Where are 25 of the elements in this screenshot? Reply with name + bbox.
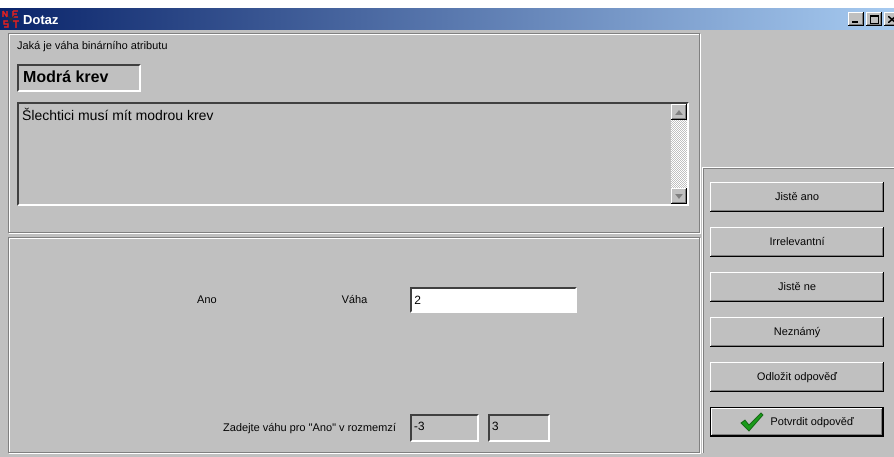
weight-label: Váha <box>342 294 368 306</box>
minimize-button[interactable] <box>848 12 864 26</box>
weight-input[interactable]: 2 <box>410 287 578 313</box>
answer-button[interactable]: Jistě ano <box>710 182 884 212</box>
maximize-button[interactable] <box>866 12 882 26</box>
answer-button[interactable]: Potvrdit odpověď <box>710 407 884 437</box>
app-logo-icon <box>2 10 20 28</box>
answer-button[interactable]: Jistě ne <box>710 272 884 302</box>
range-max-field: 3 <box>488 414 550 442</box>
window-title: Dotaz <box>23 12 60 26</box>
close-icon <box>888 16 894 22</box>
scroll-up-icon <box>675 110 683 114</box>
range-min-field: -3 <box>410 414 479 442</box>
description-text: Šlechtici musí mít modrou krev <box>21 106 214 125</box>
scroll-down-icon <box>675 194 683 198</box>
answer-button[interactable]: Odložit odpověď <box>710 362 884 392</box>
checkmark-icon <box>740 412 764 432</box>
answer-button[interactable]: Neznámý <box>710 317 884 347</box>
attribute-name: Modrá krev <box>17 64 141 92</box>
maximize-icon <box>870 14 878 24</box>
value-label: Ano <box>197 294 217 306</box>
answer-button[interactable]: Irrelevantní <box>710 227 884 257</box>
scrollbar[interactable] <box>671 104 687 204</box>
range-label: Zadejte váhu pro "Ano" v rozmemzí <box>223 422 396 434</box>
question-prompt: Jaká je váha binárního atributu <box>17 40 168 52</box>
